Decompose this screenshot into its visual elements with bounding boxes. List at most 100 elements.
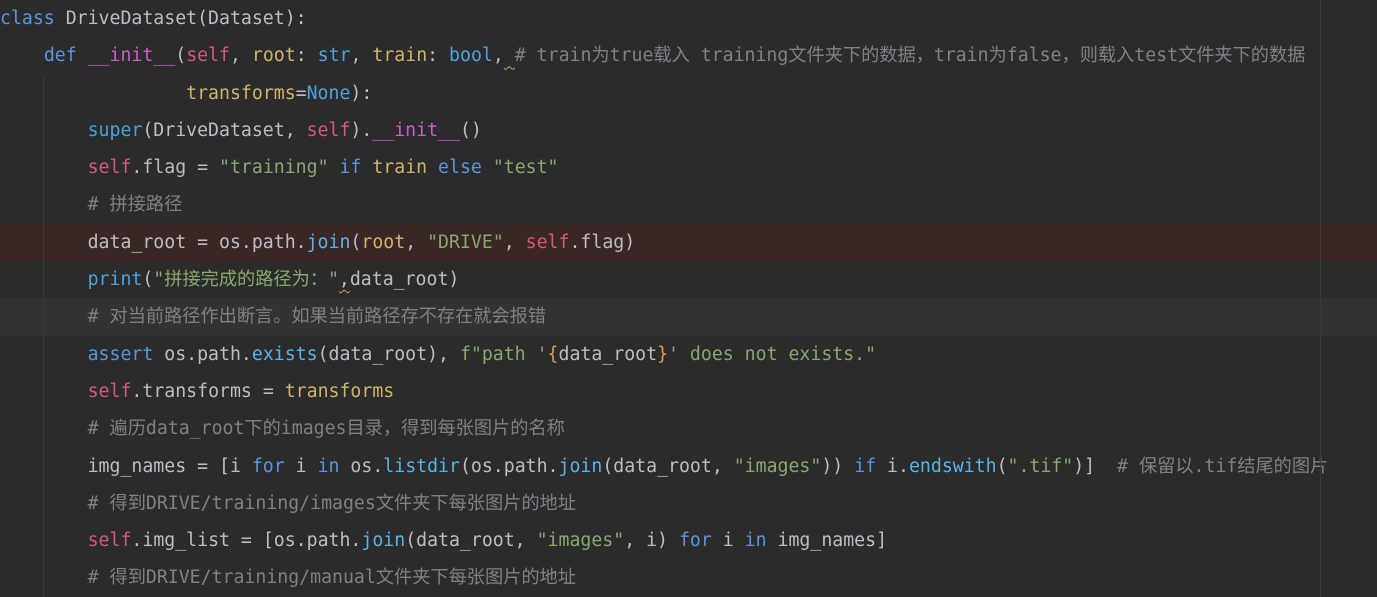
parameter-token[interactable]: transforms [186,83,296,104]
string-token[interactable]: "training" [219,157,329,178]
code-line[interactable]: self.flag = "training" if train else "te… [0,149,1377,186]
plain-token[interactable]: DriveDataset(Dataset): [55,8,307,29]
plain-token[interactable]: .flag) [569,232,635,253]
plain-token[interactable] [0,567,88,588]
keyword-token[interactable]: for [252,456,285,477]
keyword-token[interactable]: if [854,456,876,477]
parameter-token[interactable]: train [372,157,427,178]
function-token[interactable]: join [307,232,351,253]
function-token[interactable]: join [559,456,603,477]
plain-token[interactable]: i [712,530,745,551]
plain-token[interactable]: img_names] [767,530,888,551]
brace-token[interactable]: { [548,344,559,365]
plain-token[interactable]: : [296,45,318,66]
code-line[interactable]: class DriveDataset(Dataset): [0,0,1377,37]
comment-token[interactable]: # 得到DRIVE/training/manual文件夹下每张图片的地址 [88,567,576,588]
parameter-token[interactable]: root [252,45,296,66]
code-area[interactable]: class DriveDataset(Dataset): def __init_… [0,0,1377,597]
plain-token[interactable] [0,120,88,141]
string-token[interactable]: "DRIVE" [427,232,504,253]
plain-token[interactable]: i [285,456,318,477]
plain-token[interactable]: os.path. [153,344,252,365]
plain-token[interactable]: .transforms = [131,381,284,402]
keyword-token[interactable]: def [44,45,77,66]
code-line[interactable]: super(DriveDataset, self).__init__() [0,112,1377,149]
plain-token[interactable]: (DriveDataset, [142,120,306,141]
plain-token[interactable]: img_names = [i [0,456,252,477]
plain-token[interactable] [482,157,493,178]
keyword-token[interactable]: in [745,530,767,551]
comment-token[interactable]: # 遍历data_root下的images目录，得到每张图片的名称 [88,418,565,439]
plain-token[interactable]: ). [350,120,372,141]
function-token[interactable]: listdir [383,456,460,477]
code-line-breakpoint[interactable]: data_root = os.path.join(root, "DRIVE", … [0,223,1377,262]
self-token[interactable]: self [88,157,132,178]
string-token[interactable]: "images" [537,530,625,551]
keyword-token[interactable]: for [679,530,712,551]
string-token[interactable]: ".tif" [1008,456,1074,477]
plain-token[interactable]: os. [339,456,383,477]
keyword-token[interactable]: else [438,157,482,178]
plain-token[interactable]: data_root = os.path. [0,232,307,253]
plain-token[interactable]: ( [350,232,361,253]
keyword-token[interactable]: class [0,8,55,29]
code-line[interactable]: assert os.path.exists(data_root), f"path… [0,336,1377,373]
plain-token[interactable]: : [427,45,449,66]
plain-token[interactable] [0,306,88,327]
comment-token[interactable]: # 得到DRIVE/training/images文件夹下每张图片的地址 [88,493,576,514]
comment-token[interactable]: # train为true载入 training文件夹下的数据，train为fal… [515,45,1306,66]
comment-token[interactable]: # 对当前路径作出断言。如果当前路径存不存在就会报错 [88,306,546,327]
plain-token[interactable]: data_root [559,344,658,365]
code-line[interactable]: # 拼接路径 [0,186,1377,223]
plain-token[interactable]: data_root) [350,269,460,290]
builtin-token[interactable]: print [88,269,143,290]
plain-token[interactable]: = [296,83,307,104]
self-token[interactable]: self [186,45,230,66]
code-line-current[interactable]: # 对当前路径作出断言。如果当前路径存不存在就会报错 [0,298,1377,336]
plain-token[interactable]: (data_root, [405,530,536,551]
self-token[interactable]: self [88,530,132,551]
function-token[interactable]: join [361,530,405,551]
plain-token[interactable] [0,269,88,290]
plain-token[interactable]: , [230,45,252,66]
magic-method-token[interactable]: __init__ [372,120,460,141]
plain-token[interactable] [329,157,340,178]
plain-token[interactable] [0,83,186,104]
keyword-token[interactable]: in [318,456,340,477]
plain-token[interactable]: , [405,232,427,253]
code-line[interactable]: # 遍历data_root下的images目录，得到每张图片的名称 [0,410,1377,447]
plain-token[interactable] [0,194,88,215]
builtin-token[interactable]: super [88,120,143,141]
keyword-token[interactable]: if [339,157,361,178]
plain-token[interactable]: (os.path. [460,456,559,477]
self-token[interactable]: self [88,381,132,402]
code-line[interactable]: # 得到DRIVE/training/images文件夹下每张图片的地址 [0,485,1377,522]
magic-method-token[interactable]: __init__ [88,45,176,66]
builtin-token[interactable]: str [318,45,351,66]
function-token[interactable]: exists [252,344,318,365]
plain-token[interactable]: () [460,120,482,141]
code-line[interactable]: print("拼接完成的路径为：",data_root) [0,261,1377,298]
plain-token[interactable]: )) [821,456,854,477]
code-editor[interactable]: class DriveDataset(Dataset): def __init_… [0,0,1377,597]
string-token[interactable]: "images" [734,456,822,477]
plain-token[interactable] [0,530,88,551]
comment-token[interactable]: # 保留以.tif结尾的图片 [1117,456,1328,477]
code-line[interactable]: img_names = [i for i in os.listdir(os.pa… [0,448,1377,485]
plain-token[interactable] [0,157,88,178]
function-token[interactable]: endswith [909,456,997,477]
parameter-token[interactable]: transforms [285,381,395,402]
brace-token[interactable]: } [657,344,668,365]
plain-token[interactable]: ( [175,45,186,66]
plain-token[interactable]: ( [997,456,1008,477]
plain-token[interactable]: , [493,45,504,66]
string-token[interactable]: f"path ' [460,344,548,365]
code-line[interactable]: def __init__(self, root: str, train: boo… [0,37,1377,74]
plain-token[interactable] [361,157,372,178]
plain-token[interactable] [504,45,515,66]
string-token[interactable]: "test" [493,157,559,178]
comment-token[interactable]: # 拼接路径 [88,194,183,215]
plain-token[interactable]: , i) [624,530,679,551]
code-line[interactable]: self.transforms = transforms [0,373,1377,410]
builtin-token[interactable]: bool [449,45,493,66]
